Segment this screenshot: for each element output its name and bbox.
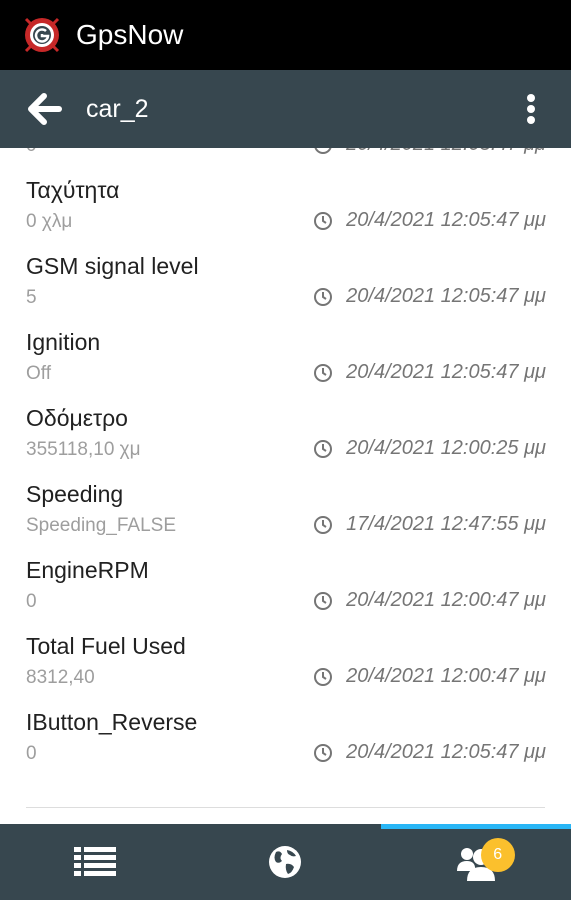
clock-icon [314, 743, 333, 762]
attribute-value: 8312,40 [26, 667, 95, 688]
more-vert-icon [527, 94, 535, 124]
back-button[interactable] [20, 84, 70, 134]
attribute-name: Οδόμετρο [26, 405, 128, 431]
attribute-name: GSM signal level [26, 253, 199, 279]
attribute-value: 5 [26, 287, 37, 308]
overflow-menu-button[interactable] [511, 84, 551, 134]
attribute-list[interactable]: 0 20/4/2021 12:05:47 μμ Ταχύτητα 0 χλμ 20/4/… [0, 148, 571, 824]
attribute-timestamp: 20/4/2021 12:05:47 μμ [313, 209, 546, 232]
timestamp-text: 20/4/2021 12:05:47 μμ [346, 209, 546, 231]
attribute-timestamp: 20/4/2021 12:05:47 μμ [313, 148, 546, 156]
app-name: GpsNow [76, 19, 184, 50]
attribute-value: Off [26, 363, 51, 384]
tab-map[interactable] [190, 824, 380, 900]
tab-groups[interactable]: 6 [380, 824, 571, 900]
clock-icon [314, 667, 333, 686]
timestamp-text: 20/4/2021 12:00:47 μμ [346, 589, 546, 611]
app-header: GpsNow [0, 0, 571, 70]
globe-icon [269, 846, 302, 878]
gpsnow-logo-icon [24, 17, 60, 53]
clock-icon [314, 363, 333, 382]
attribute-name: Ignition [26, 329, 101, 355]
attribute-timestamp: 20/4/2021 12:05:47 μμ [313, 361, 546, 384]
attribute-value: Speeding_FALSE [26, 515, 177, 536]
timestamp-text: 20/4/2021 12:00:25 μμ [346, 437, 546, 459]
list-item[interactable]: Ταχύτητα 0 χλμ 20/4/2021 12:05:47 μμ [0, 163, 571, 239]
clock-icon [314, 591, 333, 610]
list-item[interactable]: Speeding Speeding_FALSE 17/4/2021 12:47:55… [0, 467, 571, 543]
clock-icon [314, 148, 332, 154]
attribute-name: Ταχύτητα [26, 177, 120, 203]
bottom-navigation: 6 [0, 824, 571, 900]
timestamp-text: 20/4/2021 12:00:47 μμ [346, 665, 546, 687]
attribute-value: 0 χλμ [26, 211, 73, 232]
attribute-timestamp: 20/4/2021 12:05:47 μμ [313, 285, 546, 308]
list-icon [74, 847, 117, 876]
attribute-value: 355118,10 χμ [26, 439, 141, 460]
list-divider [26, 807, 545, 808]
attribute-timestamp: 20/4/2021 12:05:47 μμ [313, 741, 546, 764]
attribute-name: EngineRPM [26, 557, 149, 583]
attribute-name: IButton_Reverse [26, 709, 198, 735]
clock-icon [314, 439, 333, 458]
attribute-value: 0 [26, 591, 37, 612]
arrow-left-icon [28, 93, 62, 125]
clock-icon [314, 515, 333, 534]
timestamp-text: 20/4/2021 12:05:47 μμ [346, 148, 546, 156]
timestamp-text: 20/4/2021 12:05:47 μμ [346, 361, 546, 383]
attribute-timestamp: 17/4/2021 12:47:55 μμ [313, 513, 546, 536]
tab-list[interactable] [0, 824, 190, 900]
timestamp-text: 20/4/2021 12:05:47 μμ [346, 285, 546, 307]
attribute-timestamp: 20/4/2021 12:00:47 μμ [313, 665, 546, 688]
attribute-name: Speeding [26, 481, 124, 507]
attribute-name: Total Fuel Used [26, 633, 186, 659]
clock-icon [314, 287, 333, 306]
list-item[interactable]: GSM signal level 5 20/4/2021 12:05:47 μμ [0, 239, 571, 315]
notification-badge: 6 [480, 838, 515, 872]
list-item[interactable]: Total Fuel Used 8312,40 20/4/2021 12:00:47… [0, 619, 571, 695]
page-title: car_2 [86, 94, 149, 123]
attribute-value: 0 [26, 743, 37, 764]
attribute-timestamp: 20/4/2021 12:00:25 μμ [313, 437, 546, 460]
timestamp-text: 20/4/2021 12:05:47 μμ [346, 741, 546, 763]
attribute-value: 0 [26, 148, 37, 157]
timestamp-text: 17/4/2021 12:47:55 μμ [346, 513, 546, 535]
list-item[interactable]: Οδόμετρο 355118,10 χμ 20/4/2021 12:00:25 μ… [0, 391, 571, 467]
toolbar: car_2 [0, 70, 571, 148]
list-item[interactable]: EngineRPM 0 20/4/2021 12:00:47 μμ [0, 543, 571, 619]
list-item[interactable]: IButton_Reverse 0 20/4/2021 12:05:47 μμ [0, 695, 571, 771]
attribute-timestamp: 20/4/2021 12:00:47 μμ [313, 589, 546, 612]
clock-icon [314, 211, 333, 230]
list-item[interactable]: 0 20/4/2021 12:05:47 μμ [0, 148, 571, 163]
list-item[interactable]: Ignition Off 20/4/2021 12:05:47 μμ [0, 315, 571, 391]
